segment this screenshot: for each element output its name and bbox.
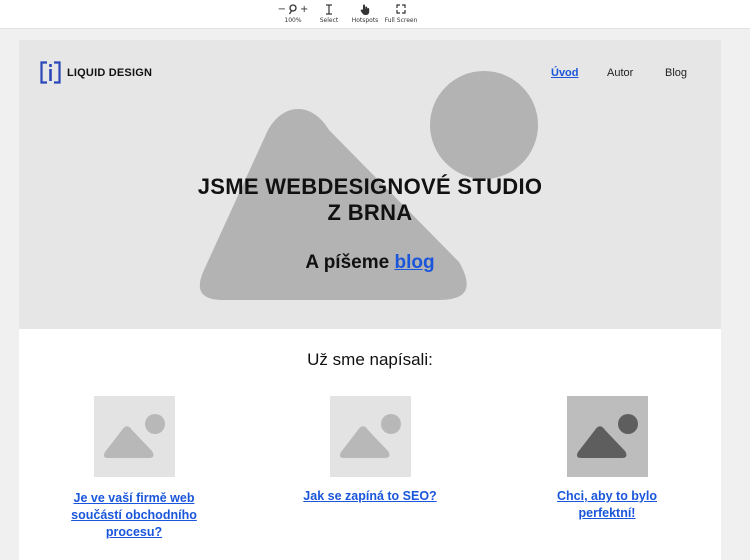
nav-link-uvod[interactable]: Úvod bbox=[551, 67, 579, 79]
hotspots-tool[interactable]: Hotspots bbox=[350, 2, 380, 25]
hotspots-label: Hotspots bbox=[351, 17, 379, 24]
post-3-link[interactable]: Chci, aby to bylo perfektní! bbox=[507, 488, 707, 522]
hero-title: JSME WEBDESIGNOVÉ STUDIO Z BRNA bbox=[139, 174, 601, 226]
post-1-title-line-2[interactable]: součástí obchodního bbox=[34, 507, 234, 524]
post-1-link[interactable]: Je ve vaší firmě web součástí obchodního… bbox=[34, 490, 234, 541]
page-canvas: LIQUID DESIGN Úvod Autor Blog JSME WEBDE… bbox=[19, 40, 721, 560]
post-2-thumbnail[interactable] bbox=[330, 396, 411, 477]
post-1-thumbnail[interactable] bbox=[94, 396, 175, 477]
fullscreen-label: Full Screen bbox=[384, 17, 418, 24]
hero-blog-link[interactable]: blog bbox=[394, 252, 434, 273]
hero-title-line-2: Z BRNA bbox=[327, 200, 413, 225]
hero-title-line-1: JSME WEBDESIGNOVÉ STUDIO bbox=[197, 174, 543, 199]
post-2-title-line-1[interactable]: Jak se zapíná to SEO? bbox=[270, 488, 470, 505]
hand-pointer-icon bbox=[360, 4, 370, 15]
nav-link-blog[interactable]: Blog bbox=[665, 67, 687, 79]
logo-icon bbox=[40, 61, 61, 84]
logo[interactable]: LIQUID DESIGN bbox=[40, 61, 152, 84]
nav-link-autor[interactable]: Autor bbox=[607, 67, 633, 79]
post-3-thumbnail[interactable] bbox=[567, 396, 648, 477]
zoom-out-button[interactable]: − bbox=[278, 4, 286, 15]
viewer-toolbar: − + 100% Select Hotspots Full Screen bbox=[0, 0, 750, 29]
magnifier-icon bbox=[288, 3, 297, 14]
select-label: Select bbox=[319, 17, 339, 24]
post-3-title-line-2[interactable]: perfektní! bbox=[507, 505, 707, 522]
fullscreen-tool[interactable]: Full Screen bbox=[384, 2, 418, 25]
zoom-level: 100% bbox=[284, 17, 302, 24]
hero-subtitle-text: A píšeme bbox=[305, 252, 390, 273]
logo-text: LIQUID DESIGN bbox=[67, 66, 153, 79]
section-title: Už sme napísali: bbox=[307, 350, 433, 369]
zoom-control[interactable]: − + 100% bbox=[276, 2, 310, 25]
select-tool[interactable]: Select bbox=[316, 2, 342, 25]
hero-section: LIQUID DESIGN Úvod Autor Blog JSME WEBDE… bbox=[19, 40, 721, 329]
post-2-link[interactable]: Jak se zapíná to SEO? bbox=[270, 488, 470, 505]
fullscreen-icon bbox=[396, 4, 406, 14]
text-cursor-icon bbox=[326, 3, 332, 15]
zoom-in-button[interactable]: + bbox=[300, 4, 308, 15]
hero-subtitle: A píšeme blog bbox=[139, 252, 601, 274]
hero-sun-shape bbox=[430, 71, 538, 179]
post-3-title-line-1[interactable]: Chci, aby to bylo bbox=[507, 488, 707, 505]
post-1-title-line-1[interactable]: Je ve vaší firmě web bbox=[34, 490, 234, 507]
post-1-title-line-3[interactable]: procesu? bbox=[34, 524, 234, 541]
